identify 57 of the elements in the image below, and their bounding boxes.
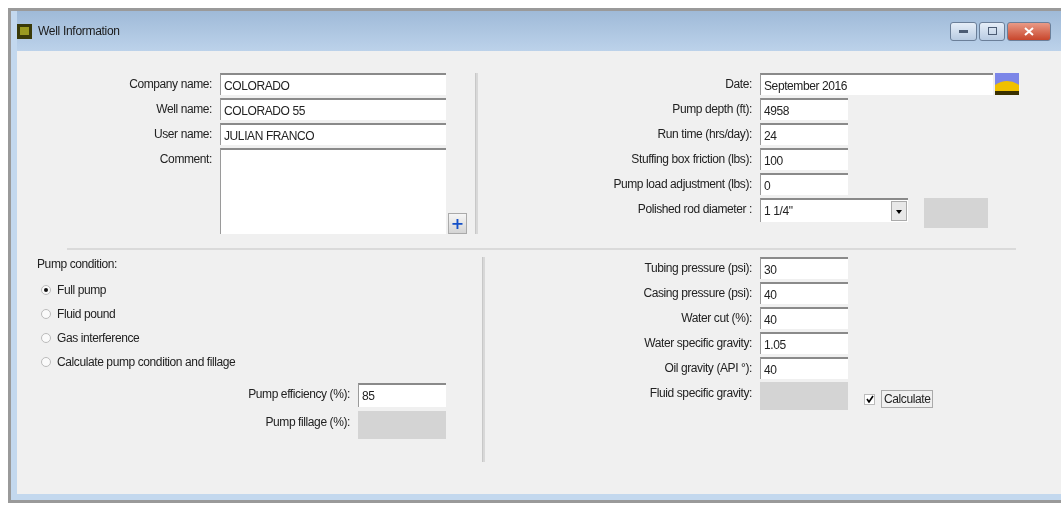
- comment-field[interactable]: [220, 148, 446, 234]
- field-label: Water specific gravity:: [643, 335, 752, 350]
- field-label: Polished rod diameter :: [636, 201, 752, 216]
- checkbox[interactable]: [864, 393, 875, 405]
- radio-label: Gas interference: [57, 331, 140, 345]
- input-field[interactable]: COLORADO: [220, 73, 446, 95]
- radio-button[interactable]: [41, 309, 51, 319]
- field-label: Pump depth (ft):: [671, 101, 752, 116]
- radio-button[interactable]: [41, 333, 51, 343]
- radio-label: Full pump: [57, 283, 107, 297]
- maximize-icon: [987, 27, 997, 35]
- input-field[interactable]: 85: [358, 383, 446, 407]
- input-field[interactable]: 30: [760, 257, 848, 279]
- input-field[interactable]: 40: [760, 307, 848, 329]
- field-label: User name:: [152, 126, 212, 141]
- caret-icon: [891, 201, 907, 221]
- field-label: Pump load adjustment (lbs):: [612, 176, 752, 191]
- window-title: Well Information: [38, 24, 120, 38]
- input-field[interactable]: COLORADO 55: [220, 98, 446, 120]
- close-button[interactable]: [1007, 21, 1051, 41]
- readonly-field: [924, 198, 988, 228]
- input-field[interactable]: 4958: [760, 98, 848, 120]
- field-label: Casing pressure (psi):: [642, 285, 752, 300]
- field-label: Fluid specific gravity:: [648, 385, 752, 400]
- calendar-icon[interactable]: [995, 73, 1019, 95]
- checkbox-label: Calculate: [881, 390, 934, 408]
- group-label: Pump condition:: [37, 257, 119, 271]
- input-field[interactable]: 0: [760, 173, 848, 195]
- field-label: Well name:: [155, 101, 212, 116]
- input-field[interactable]: 1.05: [760, 332, 848, 354]
- radio-button[interactable]: [41, 285, 51, 295]
- field-label: Stuffing box friction (lbs):: [630, 151, 752, 166]
- field-label: Run time (hrs/day):: [656, 126, 752, 141]
- app-icon: [17, 23, 32, 39]
- input-field[interactable]: JULIAN FRANCO: [220, 123, 446, 145]
- add-button[interactable]: +: [448, 213, 467, 234]
- field-label: Water cut (%):: [680, 310, 752, 325]
- field-label: Date:: [724, 76, 752, 91]
- input-field[interactable]: 40: [760, 282, 848, 304]
- input-field[interactable]: 100: [760, 148, 848, 170]
- field-label: Pump efficiency (%):: [247, 386, 350, 401]
- field-label: Oil gravity (API °):: [663, 360, 752, 375]
- field-label: Tubing pressure (psi):: [643, 260, 752, 275]
- field-label: Comment:: [158, 151, 212, 166]
- maximize-button[interactable]: [979, 21, 1005, 41]
- field-label: Pump fillage (%):: [264, 414, 350, 429]
- dropdown[interactable]: 1 1/4": [760, 198, 908, 222]
- radio-label: Calculate pump condition and fillage: [57, 355, 236, 369]
- input-field[interactable]: 24: [760, 123, 848, 145]
- radio-button[interactable]: [41, 357, 51, 367]
- radio-label: Fluid pound: [57, 307, 116, 321]
- minimize-icon: [959, 29, 968, 33]
- minimize-button[interactable]: [950, 21, 977, 41]
- field-label: Company name:: [128, 76, 212, 91]
- date-field[interactable]: September 2016: [760, 73, 993, 95]
- input-field[interactable]: 40: [760, 357, 848, 379]
- close-icon: [1024, 26, 1034, 36]
